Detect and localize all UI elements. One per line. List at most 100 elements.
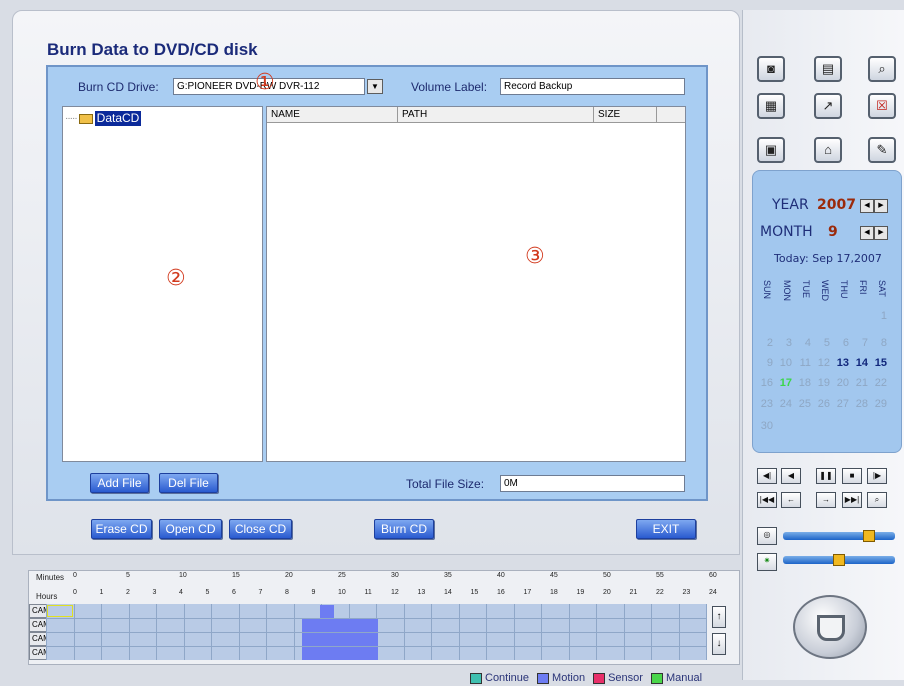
del-file-button[interactable]: Del File [159,473,218,493]
export-icon[interactable]: ↗ [814,93,842,119]
calendar-day[interactable]: 8 [871,337,887,349]
chevron-down-icon[interactable]: ▼ [367,79,383,94]
hour-tick: 19 [576,589,585,596]
forward-icon[interactable]: → [816,492,836,508]
folder-tree[interactable]: ····· DataCD [62,106,263,462]
hour-tick: 16 [497,589,505,596]
calendar-day[interactable]: 25 [795,398,811,410]
next-month-icon[interactable]: ▶ [874,226,888,240]
add-file-button[interactable]: Add File [90,473,149,493]
minute-tick: 20 [285,572,293,579]
calendar-day[interactable]: 16 [757,377,773,389]
minute-tick: 5 [126,572,130,579]
month-value: 9 [828,224,838,240]
step-back-icon[interactable]: ◀| [757,468,777,484]
hour-tick: 7 [258,589,263,596]
erase-cd-button[interactable]: Erase CD [91,519,152,539]
legend-label: Continue [485,672,530,684]
speed-slider-thumb[interactable] [833,554,845,566]
volume-slider-thumb[interactable] [863,530,875,542]
to-end-icon[interactable]: ▶▶| [842,492,862,508]
calendar-day[interactable]: 22 [871,377,887,389]
minute-tick: 55 [656,572,664,579]
pause-icon[interactable]: ❚❚ [816,468,836,484]
calendar-day[interactable]: 13 [833,357,849,369]
to-start-icon[interactable]: |◀◀ [757,492,777,508]
file-list[interactable]: NAME PATH SIZE [266,106,686,462]
play-back-icon[interactable]: ◀ [781,468,801,484]
calendar-day[interactable]: 21 [852,377,868,389]
legend-swatch [537,672,550,684]
exit-button[interactable]: EXIT [636,519,696,539]
calendar-day[interactable]: 7 [852,337,868,349]
timeline-grid[interactable] [46,604,707,660]
search-icon[interactable]: ⌕ [868,56,896,82]
weekday-sun: SUN [762,280,772,300]
calendar-day[interactable]: 29 [871,398,887,410]
rewind-icon[interactable]: ← [781,492,801,508]
camera-icon[interactable]: ◙ [757,56,785,82]
notes-icon[interactable]: ✎ [868,137,896,163]
stop-icon[interactable]: ■ [842,468,862,484]
column-header-path[interactable]: PATH [398,107,594,123]
play-icon[interactable]: |▶ [867,468,887,484]
zoom-icon[interactable]: ⌕ [867,492,887,508]
calendar-day[interactable]: 5 [814,337,830,349]
calendar-day[interactable]: 10 [776,357,792,369]
calendar-day[interactable]: 1 [871,310,887,322]
hour-tick: 8 [285,589,289,596]
hour-tick: 1 [99,589,104,596]
hour-tick: 20 [603,589,611,596]
year-stepper[interactable]: ◀ ▶ [860,199,888,213]
volume-slider[interactable] [783,530,895,542]
calendar-day[interactable]: 15 [871,357,887,369]
grid-icon[interactable]: ▦ [757,93,785,119]
calendar-day[interactable]: 27 [833,398,849,410]
bucket-icon [817,615,845,641]
calendar-day[interactable]: 17 [776,377,792,389]
hour-tick: 14 [444,589,452,596]
calendar-day[interactable]: 9 [757,357,773,369]
network-icon[interactable]: ⌂ [814,137,842,163]
calendar-day[interactable]: 3 [776,337,792,349]
tree-item-datacd[interactable]: ····· DataCD [65,111,142,126]
calendar-day[interactable]: 18 [795,377,811,389]
calendar-day[interactable]: 23 [757,398,773,410]
open-cd-button[interactable]: Open CD [159,519,222,539]
legend-label: Sensor [608,672,643,684]
marker-three: ③ [525,244,545,269]
disk-icon[interactable]: ▣ [757,137,785,163]
calendar-day[interactable]: 14 [852,357,868,369]
close-icon[interactable]: ☒ [868,93,896,119]
hour-tick: 3 [152,589,157,596]
scroll-up-icon[interactable]: ↑ [712,606,726,628]
burn-cd-button[interactable]: Burn CD [374,519,434,539]
calendar-day[interactable]: 4 [795,337,811,349]
column-header-size[interactable]: SIZE [594,107,657,123]
film-icon[interactable]: ▤ [814,56,842,82]
tree-item-label: DataCD [94,111,142,126]
speed-slider[interactable] [783,554,895,566]
marker-one: ① [255,70,275,95]
prev-month-icon[interactable]: ◀ [860,226,874,240]
calendar-day[interactable]: 26 [814,398,830,410]
calendar-day[interactable]: 2 [757,337,773,349]
month-stepper[interactable]: ◀ ▶ [860,226,888,240]
scroll-down-icon[interactable]: ↓ [712,633,726,655]
next-year-icon[interactable]: ▶ [874,199,888,213]
close-cd-button[interactable]: Close CD [229,519,292,539]
calendar-day[interactable]: 11 [795,357,811,369]
calendar-day[interactable]: 19 [814,377,830,389]
hour-tick: 24 [709,589,717,596]
main-power-button[interactable] [793,595,867,659]
calendar-day[interactable]: 24 [776,398,792,410]
volume-label-input[interactable]: Record Backup [500,78,685,95]
calendar-day[interactable]: 6 [833,337,849,349]
hour-tick: 4 [179,589,183,596]
prev-year-icon[interactable]: ◀ [860,199,874,213]
calendar-day[interactable]: 30 [757,420,773,432]
calendar-day[interactable]: 12 [814,357,830,369]
column-header-name[interactable]: NAME [267,107,398,123]
calendar-day[interactable]: 28 [852,398,868,410]
calendar-day[interactable]: 20 [833,377,849,389]
